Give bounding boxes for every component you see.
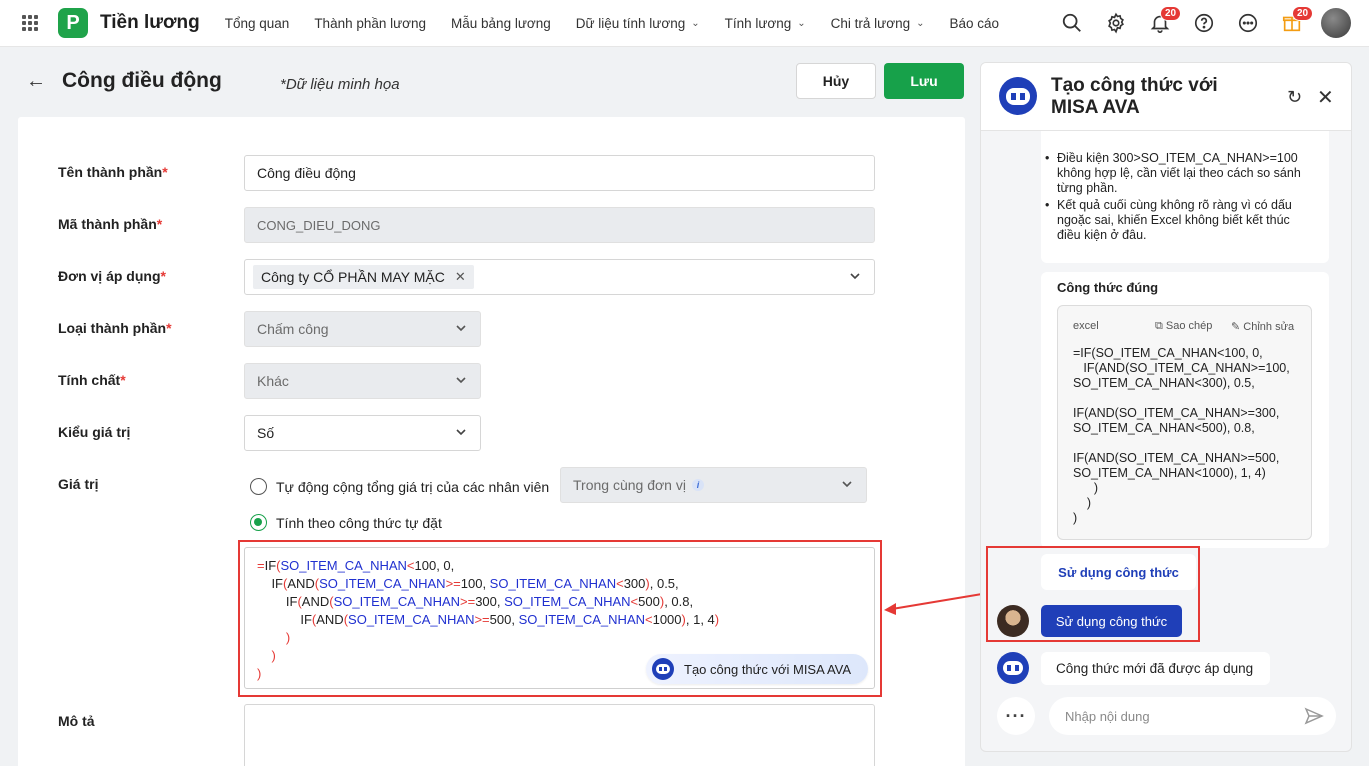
user-avatar[interactable]: [1321, 8, 1351, 38]
bell-icon[interactable]: 20: [1145, 6, 1182, 38]
nav-item[interactable]: Dữ liệu tính lương ⌄: [576, 16, 700, 31]
chevron-down-icon: [456, 377, 466, 384]
radio-button[interactable]: [250, 478, 267, 495]
send-icon[interactable]: [1304, 706, 1324, 726]
code-language: excel: [1073, 320, 1099, 332]
value-type-label: Kiểu giá trị: [58, 424, 131, 440]
description-input[interactable]: [244, 704, 875, 766]
more-options-icon[interactable]: [1233, 8, 1263, 38]
nav-item-label: Dữ liệu tính lương: [575, 15, 686, 31]
chevron-down-icon[interactable]: [848, 269, 862, 283]
code-input: CONG_DIEU_DONG: [244, 207, 875, 243]
back-arrow-icon[interactable]: ←: [26, 70, 46, 93]
highlight-frame-use-formula: [986, 546, 1200, 642]
nav-item[interactable]: Tổng quan: [225, 16, 290, 31]
name-input[interactable]: Công điều động: [244, 155, 875, 191]
applied-message: Công thức mới đã được áp dụng: [1041, 652, 1270, 685]
demo-note: *Dữ liệu minh họa: [280, 76, 400, 93]
top-icons: 20 20: [1057, 6, 1351, 38]
chevron-down-icon: [456, 325, 466, 332]
nav-item-label: Mẫu bảng lương: [451, 15, 551, 31]
highlight-frame-formula: [238, 540, 882, 697]
description-label: Mô tả: [58, 713, 95, 729]
correct-formula-title: Công thức đúng: [1057, 280, 1159, 295]
list-item: Điều kiện 300>SO_ITEM_CA_NHAN>=100 không…: [1041, 151, 1309, 196]
ava-bot-icon: [999, 77, 1037, 115]
nav-item-label: Thành phần lương: [314, 15, 427, 31]
unit-label: Đơn vị áp dụng*: [58, 268, 166, 284]
close-icon[interactable]: ✕: [1317, 85, 1334, 110]
nav-item-label: Chi trả lương: [830, 15, 911, 31]
cancel-button[interactable]: Hủy: [796, 63, 876, 99]
app-logo[interactable]: P: [58, 8, 88, 38]
unit-chip: Công ty CỔ PHẦN MAY MẶC ✕: [253, 265, 474, 289]
remove-chip-icon[interactable]: ✕: [455, 269, 466, 285]
ava-chat-panel: Tạo công thức với MISA AVA ↻ ✕ Điều kiện…: [980, 62, 1352, 752]
panel-header: Tạo công thức với MISA AVA ↻ ✕: [981, 63, 1351, 131]
gift-icon[interactable]: 20: [1277, 6, 1314, 38]
radio-custom-formula[interactable]: Tính theo công thức tự đặt: [250, 514, 442, 531]
value-type-select[interactable]: Số: [244, 415, 481, 451]
help-icon[interactable]: [1189, 8, 1219, 38]
chevron-down-icon: [842, 481, 852, 488]
page-title: Công điều động: [62, 69, 222, 92]
info-icon: i: [691, 479, 704, 491]
apps-grid-icon[interactable]: [22, 15, 38, 31]
gift-badge: 20: [1292, 6, 1314, 21]
main-nav: Tổng quan Thành phần lương Mẫu bảng lương D…: [225, 16, 1024, 31]
list-item: Kết quả cuối cùng không rõ ràng vì có dấ…: [1041, 198, 1309, 243]
nav-item[interactable]: Chi trả lương ⌄: [831, 16, 925, 31]
nav-item-label: Tổng quan: [224, 15, 290, 31]
refresh-icon[interactable]: ↻: [1287, 87, 1302, 108]
nav-item-label: Báo cáo: [949, 15, 1000, 31]
unit-select[interactable]: Công ty CỔ PHẦN MAY MẶC ✕: [244, 259, 875, 295]
nav-item[interactable]: Báo cáo: [949, 16, 999, 31]
name-label: Tên thành phần*: [58, 164, 168, 180]
type-label: Loại thành phần*: [58, 320, 172, 336]
edit-button[interactable]: ✎ Chỉnh sửa: [1231, 320, 1294, 333]
notification-badge: 20: [1160, 6, 1182, 21]
gear-icon[interactable]: [1101, 8, 1131, 38]
chat-input-placeholder: Nhập nội dung: [1065, 708, 1150, 724]
chevron-down-icon: ⌄: [691, 17, 700, 29]
radio-button-selected[interactable]: [250, 514, 267, 531]
top-bar: P Tiền lương Tổng quan Thành phần lương Mẫ…: [0, 0, 1369, 47]
nav-item[interactable]: Tính lương ⌄: [725, 16, 806, 31]
search-icon[interactable]: [1057, 8, 1087, 38]
nav-item[interactable]: Mẫu bảng lương: [451, 16, 551, 31]
ava-bot-icon: [997, 652, 1029, 684]
scope-select: Trong cùng đơn vị i: [560, 467, 867, 503]
app-title[interactable]: Tiền lương: [100, 12, 200, 34]
panel-title: Tạo công thức với MISA AVA: [1051, 75, 1218, 118]
type-select: Chấm công: [244, 311, 481, 347]
chat-input[interactable]: Nhập nội dung: [1049, 697, 1336, 735]
chevron-down-icon[interactable]: [454, 425, 468, 439]
radio-auto-sum[interactable]: Tự động cộng tổng giá trị của các nhân v…: [250, 478, 549, 495]
nav-item[interactable]: Thành phần lương: [314, 16, 426, 31]
value-label: Giá trị: [58, 476, 99, 492]
nature-select: Khác: [244, 363, 481, 399]
radio-custom-formula-label: Tính theo công thức tự đặt: [276, 514, 442, 531]
code-block: excel ⧉ Sao chép ✎ Chỉnh sửa =IF(SO_ITEM…: [1057, 305, 1312, 540]
pointer-arrow: [884, 592, 989, 615]
code-label: Mã thành phần*: [58, 216, 163, 232]
copy-button[interactable]: ⧉ Sao chép: [1155, 320, 1212, 333]
more-actions-icon[interactable]: ···: [997, 697, 1035, 735]
nature-label: Tính chất*: [58, 372, 126, 388]
save-button[interactable]: Lưu: [884, 63, 964, 99]
code-text: =IF(SO_ITEM_CA_NHAN<100, 0, IF(AND(SO_IT…: [1073, 346, 1290, 525]
radio-auto-sum-label: Tự động cộng tổng giá trị của các nhân v…: [276, 478, 550, 495]
chevron-down-icon: ⌄: [916, 17, 925, 29]
nav-item-label: Tính lương: [724, 15, 792, 31]
chevron-down-icon: ⌄: [797, 17, 806, 29]
issue-list: Điều kiện 300>SO_ITEM_CA_NHAN>=100 không…: [1041, 151, 1309, 245]
